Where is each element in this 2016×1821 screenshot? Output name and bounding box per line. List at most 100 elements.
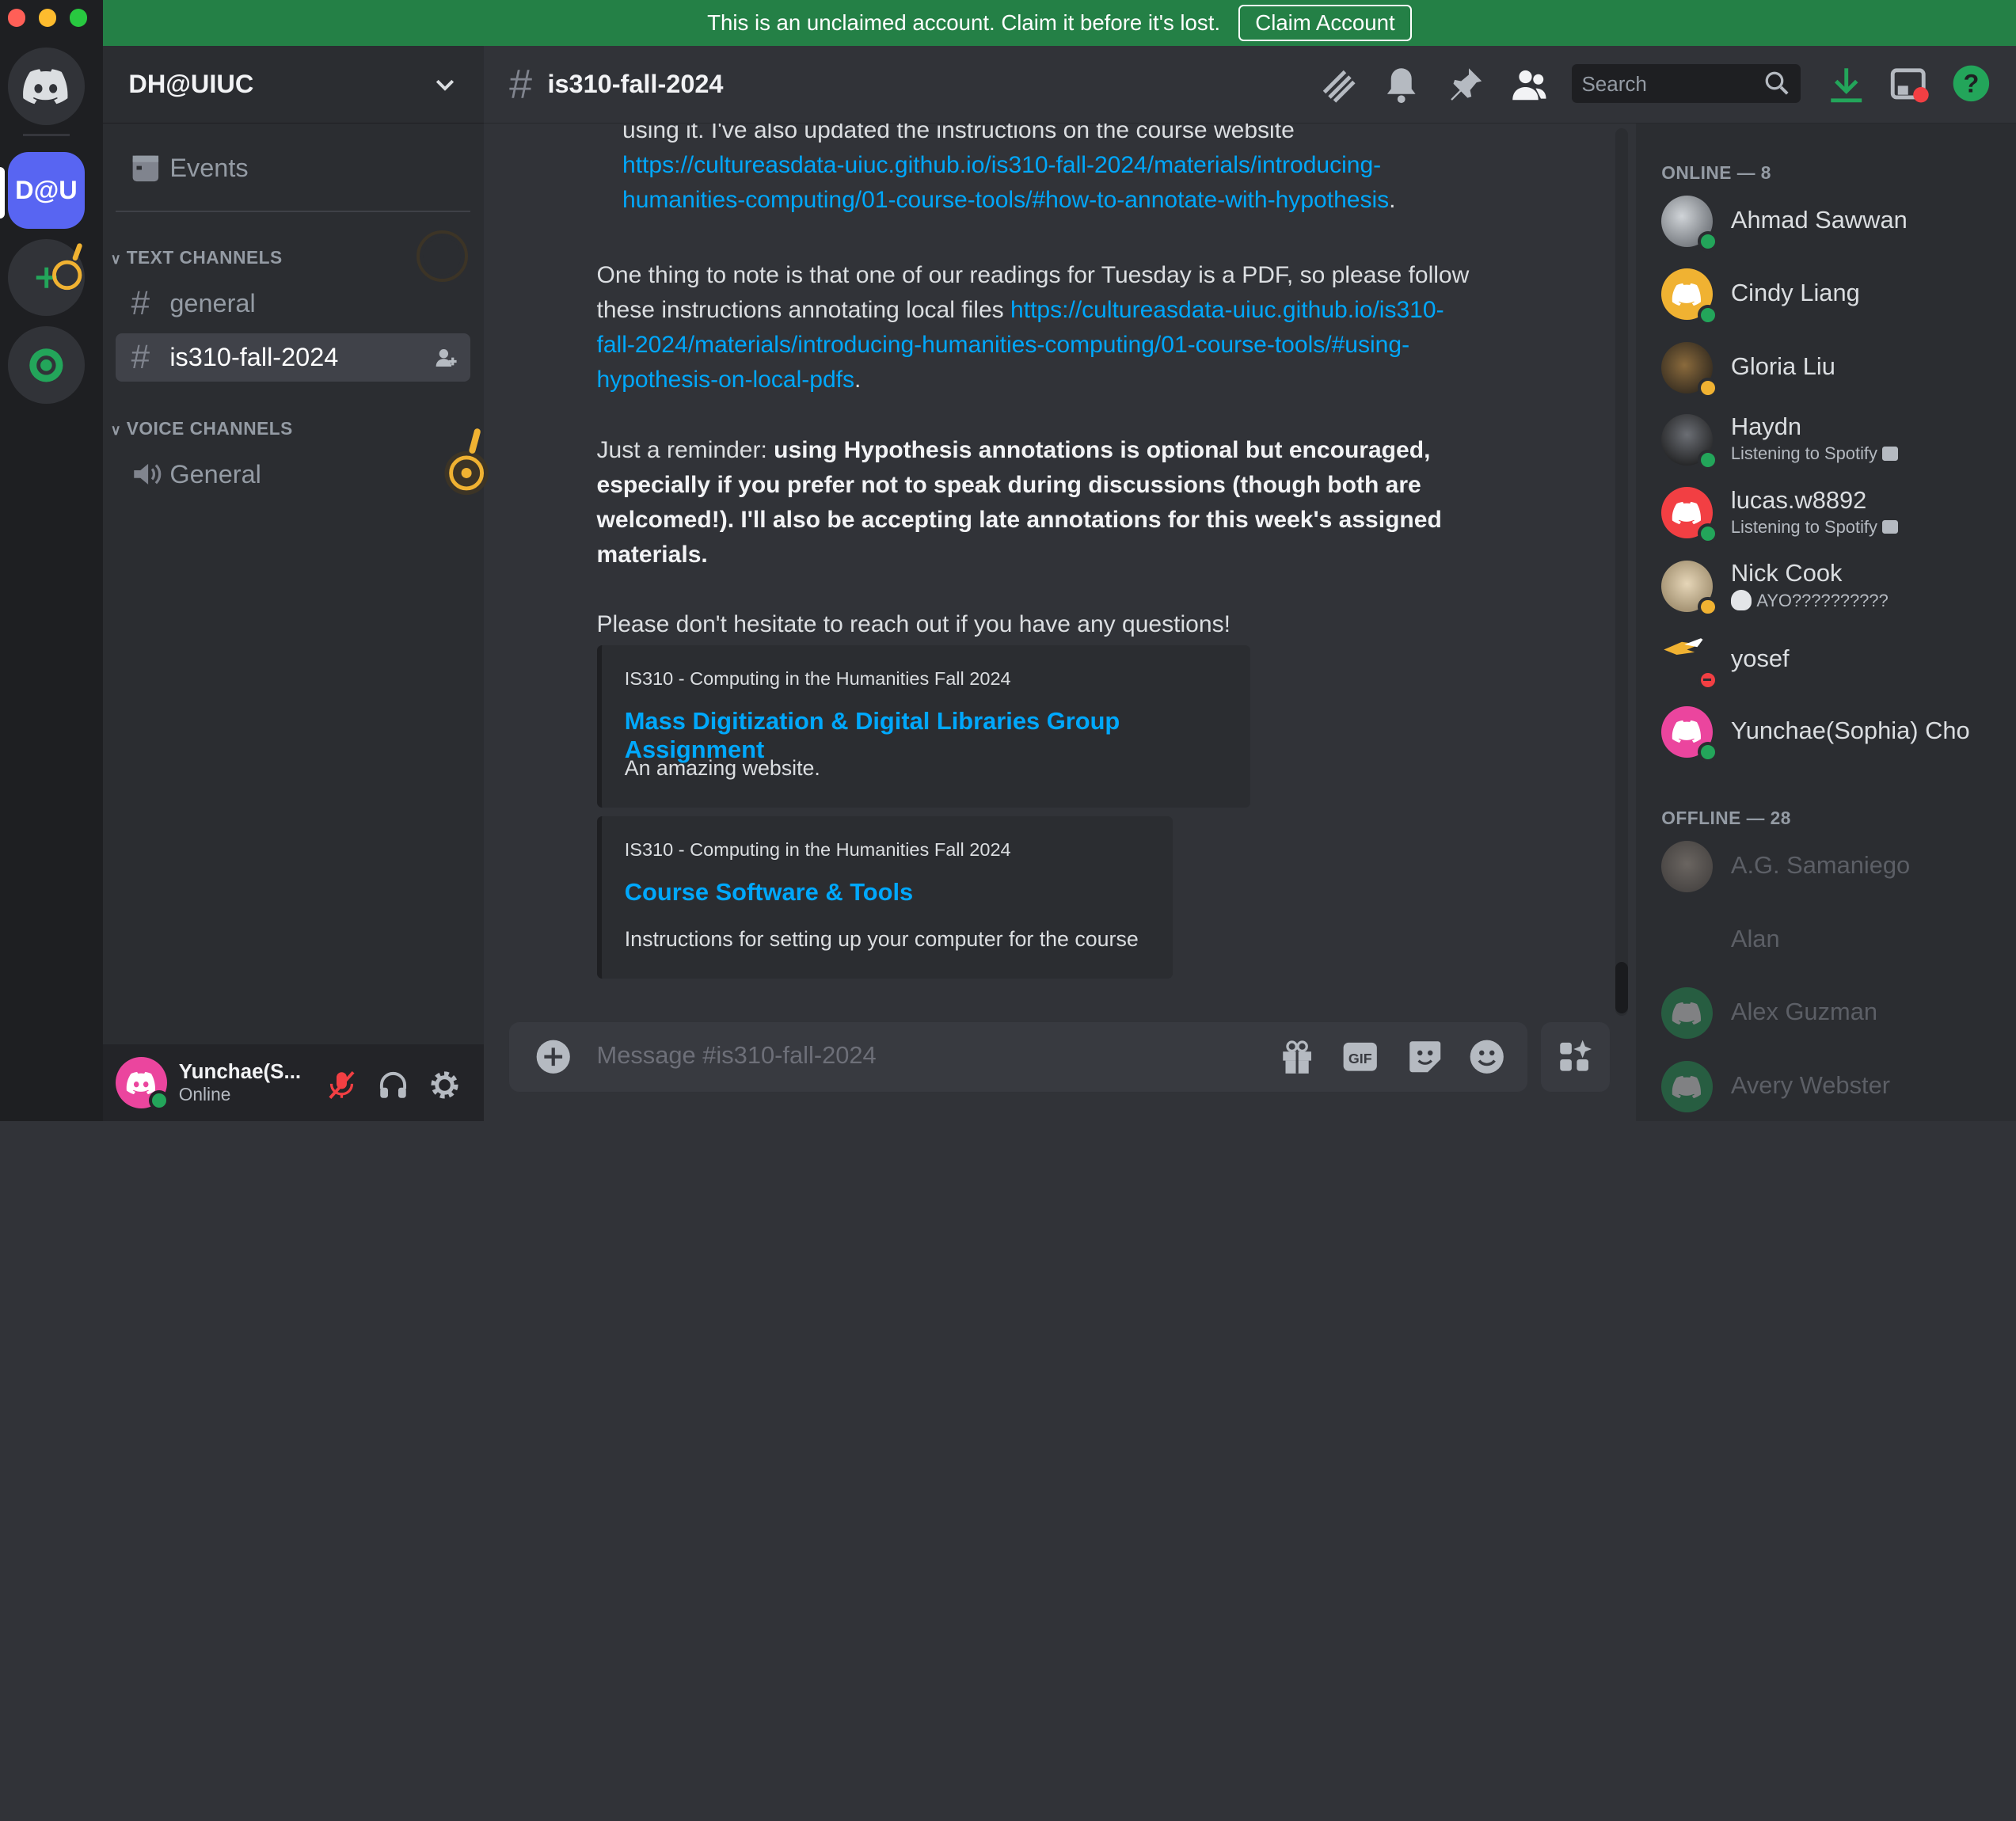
help-icon[interactable]: ?: [1952, 64, 1991, 103]
course-tools-link[interactable]: https://cultureasdata-uiuc.github.io/is3…: [622, 148, 1381, 183]
mic-muted-icon[interactable]: [326, 1070, 357, 1101]
inbox-icon[interactable]: [1890, 67, 1929, 103]
online-status-icon: [1697, 304, 1718, 325]
member-item[interactable]: yosef: [1661, 631, 2008, 691]
apps-icon: [1559, 1040, 1592, 1071]
member-activity: Listening to Spotify: [1731, 443, 1898, 464]
rich-presence-icon: [1882, 447, 1898, 461]
selected-server-pill: [0, 167, 6, 219]
channel-general[interactable]: # general: [116, 279, 470, 328]
headphones-icon[interactable]: [378, 1070, 409, 1101]
custom-status: AYO??????????: [1756, 591, 1889, 611]
online-status-icon: [1697, 742, 1718, 762]
svg-text:GIF: GIF: [1348, 1051, 1372, 1066]
category-label: TEXT CHANNELS: [126, 246, 283, 268]
message-composer[interactable]: Message #is310-fall-2024 GIF: [509, 1022, 1528, 1092]
voice-channel-general[interactable]: General: [116, 450, 470, 499]
category-label: VOICE CHANNELS: [126, 417, 293, 439]
category-text-channels[interactable]: ∨ TEXT CHANNELS: [111, 247, 283, 268]
member-name: Alan: [1730, 924, 1780, 952]
member-item[interactable]: Avery Webster: [1661, 1059, 2008, 1115]
member-item[interactable]: Gloria Liu: [1661, 340, 2008, 399]
hashtag-icon: #: [131, 284, 150, 322]
channel-header: # is310-fall-2024 Search ?: [483, 46, 2016, 124]
member-item[interactable]: lucas.w8892 Listening to Spotify: [1661, 485, 2008, 544]
message-scrollbar[interactable]: [1615, 128, 1628, 1016]
events-label: Events: [169, 154, 249, 183]
member-item[interactable]: Haydn Listening to Spotify: [1661, 412, 2008, 471]
scrollbar-thumb[interactable]: [1615, 961, 1628, 1013]
message-list: using it. I've also updated the instruct…: [484, 124, 1628, 1016]
apps-button[interactable]: [1540, 1022, 1611, 1092]
minimize-window-button[interactable]: [38, 9, 57, 28]
sidebar-divider: [116, 211, 471, 212]
local-pdfs-link[interactable]: hypothesis-on-local-pdfs: [597, 367, 855, 393]
gear-icon[interactable]: [429, 1070, 460, 1101]
member-list-icon[interactable]: [1510, 67, 1549, 102]
message-line: hypothesis-on-local-pdfs.: [596, 366, 862, 393]
rich-presence-icon: [1882, 519, 1898, 534]
channel-is310-fall-2024[interactable]: # is310-fall-2024: [116, 333, 471, 382]
events-item[interactable]: Events: [116, 144, 470, 193]
claim-account-button[interactable]: Claim Account: [1238, 5, 1413, 42]
add-server-button[interactable]: [7, 239, 86, 317]
local-pdfs-link[interactable]: https://cultureasdata-uiuc.github.io/is3…: [1010, 297, 1444, 323]
search-placeholder: Search: [1581, 71, 1647, 96]
message-text: these instructions annotating local file…: [596, 297, 1011, 324]
direct-messages-button[interactable]: [7, 48, 86, 125]
add-attachment-icon[interactable]: [535, 1039, 571, 1074]
search-icon: [1765, 71, 1789, 95]
member-item[interactable]: Alex Guzman: [1661, 985, 2008, 1041]
maximize-window-button[interactable]: [69, 9, 88, 28]
invite-member-icon[interactable]: [435, 346, 458, 369]
close-window-button[interactable]: [7, 9, 26, 28]
gift-icon[interactable]: [1280, 1039, 1314, 1074]
bell-icon[interactable]: [1383, 66, 1419, 105]
member-item[interactable]: Ahmad Sawwan: [1661, 193, 2008, 253]
skull-icon: [1730, 590, 1752, 611]
search-input[interactable]: Search: [1571, 64, 1801, 103]
member-item[interactable]: Nick Cook AYO??????????: [1661, 558, 2008, 618]
threads-icon[interactable]: [1319, 67, 1358, 103]
chevron-down-icon: ∨: [110, 421, 122, 438]
category-voice-channels[interactable]: ∨ VOICE CHANNELS: [111, 418, 293, 439]
gif-icon[interactable]: GIF: [1342, 1039, 1378, 1074]
avatar: [1661, 1060, 1714, 1112]
member-item[interactable]: Cindy Liang: [1661, 266, 2008, 325]
calendar-icon: [132, 155, 158, 181]
user-status: Online: [178, 1084, 231, 1105]
pin-icon[interactable]: [1448, 66, 1484, 105]
avatar: [1661, 841, 1714, 893]
embed-title-link[interactable]: Course Software & Tools: [625, 878, 913, 907]
plus-icon: [36, 243, 82, 291]
embed-provider: IS310 - Computing in the Humanities Fall…: [624, 668, 1011, 690]
link-embed: IS310 - Computing in the Humanities Fall…: [596, 645, 1250, 808]
local-pdfs-link[interactable]: fall-2024/materials/introducing-humaniti…: [597, 328, 1410, 363]
member-item[interactable]: Alan: [1661, 911, 2008, 968]
idle-status-icon: [1697, 596, 1718, 618]
guild-header[interactable]: DH@UIUC: [102, 46, 484, 124]
discord-logo-icon: [1672, 283, 1702, 306]
server-dh-uiuc[interactable]: D@U: [7, 151, 86, 230]
avatar[interactable]: [116, 1056, 170, 1112]
explore-servers-button[interactable]: [7, 326, 86, 404]
activity-text: Listening to Spotify: [1730, 516, 1877, 537]
channel-label: is310-fall-2024: [169, 342, 339, 371]
member-item[interactable]: A.G. Samaniego: [1661, 838, 2008, 895]
member-name: Alex Guzman: [1730, 998, 1878, 1026]
guild-name: DH@UIUC: [128, 70, 254, 99]
online-status-icon: [1697, 523, 1718, 544]
rail-divider: [23, 133, 70, 137]
member-item[interactable]: Yunchae(Sophia) Cho: [1661, 703, 2008, 762]
sticker-icon[interactable]: [1407, 1039, 1443, 1074]
emoji-icon[interactable]: [1469, 1039, 1504, 1074]
discord-logo-icon: [23, 69, 68, 105]
username: Yunchae(S...: [178, 1059, 302, 1084]
download-icon[interactable]: [1828, 66, 1864, 105]
bold-text: using Hypothesis annotations is optional…: [774, 437, 1431, 464]
embed-description: Instructions for setting up your compute…: [624, 926, 1139, 951]
message-line: Just a reminder: using Hypothesis annota…: [597, 433, 1431, 468]
message-input[interactable]: Message #is310-fall-2024: [597, 1041, 877, 1070]
message-line: Please don't hesitate to reach out if yo…: [596, 610, 1231, 637]
course-tools-link[interactable]: humanities-computing/01-course-tools/#ho…: [622, 187, 1389, 213]
